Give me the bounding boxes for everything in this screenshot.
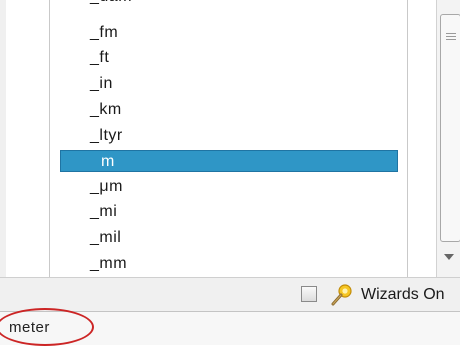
unit-picker-dialog: _dam _fm _ft _in _km _ltyr m _μm <box>0 0 460 346</box>
list-left-border <box>49 0 50 277</box>
wizards-label: Wizards On <box>361 286 445 303</box>
list-item-label: _μm <box>90 178 123 195</box>
list-right-border <box>407 0 408 277</box>
list-item-label: _ltyr <box>90 127 123 144</box>
list-item[interactable]: _μm <box>60 176 398 198</box>
list-item-label: _mil <box>90 229 122 246</box>
list-item-selected[interactable]: m <box>60 150 398 172</box>
wizards-checkbox[interactable] <box>301 286 317 302</box>
list-item[interactable]: _km <box>60 99 398 121</box>
list-item[interactable]: _in <box>60 73 398 95</box>
list-item[interactable]: _ft <box>60 47 398 69</box>
list-item-label: _km <box>90 101 122 118</box>
list-item-label: m <box>101 153 115 170</box>
list-item[interactable]: _mi <box>60 201 398 223</box>
unit-list[interactable]: _dam _fm _ft _in _km _ltyr m _μm <box>60 0 398 277</box>
list-item-label: _mi <box>90 203 118 220</box>
list-item-label: _dam <box>90 0 132 5</box>
list-item[interactable]: _fm <box>60 22 398 44</box>
grip-icon <box>446 33 456 42</box>
list-item-label: _in <box>90 75 113 92</box>
options-bar: Wizards On <box>0 277 460 312</box>
scroll-down-arrow-icon[interactable] <box>444 254 454 260</box>
list-item-label: _fm <box>90 24 119 41</box>
list-item[interactable]: _ltyr <box>60 125 398 147</box>
scrollbar-thumb[interactable] <box>440 14 460 242</box>
list-item[interactable]: _mm <box>60 253 398 275</box>
annotation-highlight-circle <box>0 308 94 346</box>
list-item-label: _mm <box>90 255 128 272</box>
unit-list-panel: _dam _fm _ft _in _km _ltyr m _μm <box>6 0 460 277</box>
list-item-label: _ft <box>90 49 110 66</box>
vertical-scrollbar[interactable] <box>436 0 460 277</box>
list-item-partial[interactable]: _dam <box>60 0 398 8</box>
list-item[interactable]: _mil <box>60 227 398 249</box>
wizard-wand-icon <box>330 283 354 307</box>
